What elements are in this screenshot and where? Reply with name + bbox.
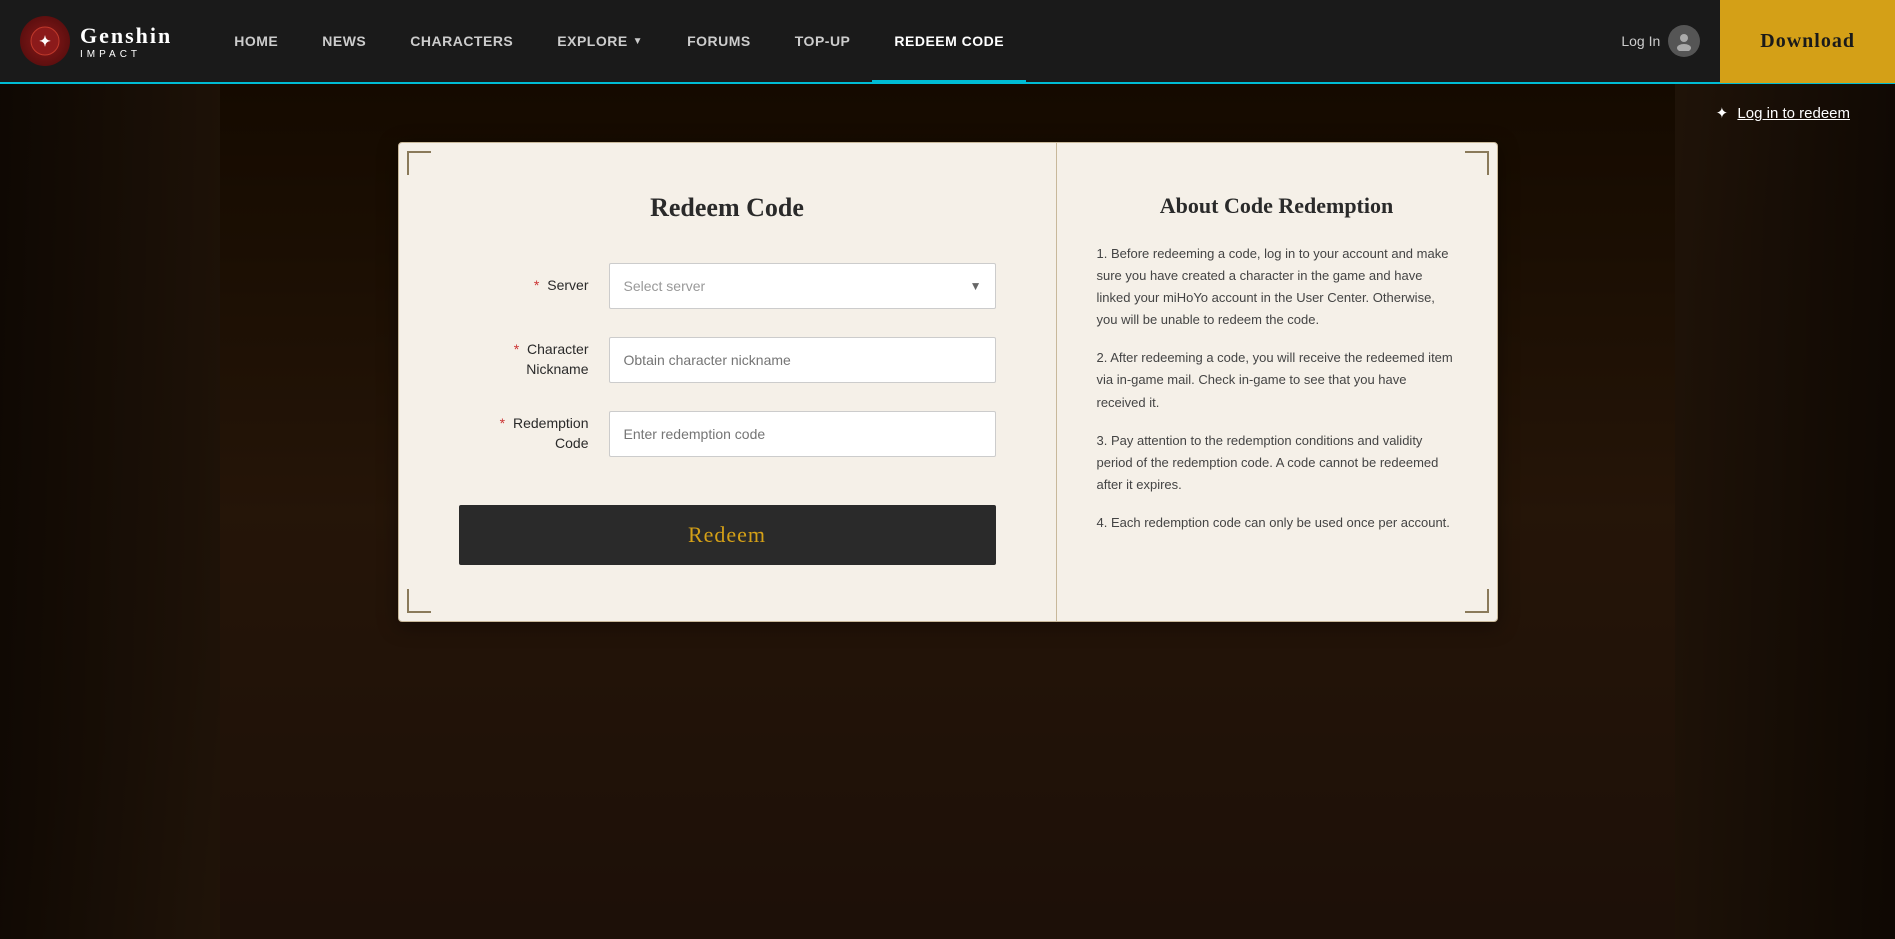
redeem-button[interactable]: Redeem <box>459 505 996 565</box>
corner-bottom-left <box>407 589 431 613</box>
code-label: * RedemptionCode <box>459 414 589 453</box>
nav-redeem-code[interactable]: REDEEM CODE <box>872 0 1026 83</box>
login-label: Log In <box>1621 33 1660 49</box>
server-row: * Server Select server America Europe As… <box>459 263 996 309</box>
nav-news[interactable]: NEWS <box>300 0 388 83</box>
corner-top-left <box>407 151 431 175</box>
about-panel: About Code Redemption 1. Before redeemin… <box>1057 143 1497 621</box>
redeem-form-panel: Redeem Code * Server Select server Ameri… <box>399 143 1057 621</box>
logo-text: Genshin IMPACT <box>80 23 172 60</box>
logo[interactable]: ✦ Genshin IMPACT <box>0 16 192 66</box>
page-content: ✦ Log in to redeem Redeem Code * Server <box>0 84 1895 939</box>
about-point-3: 3. Pay attention to the redemption condi… <box>1097 430 1457 496</box>
star-icon: ✦ <box>1716 105 1729 122</box>
login-to-redeem-bar: ✦ Log in to redeem <box>0 84 1895 142</box>
login-to-redeem-text[interactable]: Log in to redeem <box>1737 105 1850 122</box>
nickname-input[interactable] <box>609 337 996 383</box>
nav-characters[interactable]: CHARACTERS <box>388 0 535 83</box>
svg-text:✦: ✦ <box>39 35 51 50</box>
nav-explore[interactable]: EXPLORE ▼ <box>535 0 665 83</box>
code-required-star: * <box>500 415 505 431</box>
about-point-4: 4. Each redemption code can only be used… <box>1097 512 1457 534</box>
server-select-wrapper: Select server America Europe Asia TW, HK… <box>609 263 996 309</box>
server-label: * Server <box>459 276 589 296</box>
main-card-container: Redeem Code * Server Select server Ameri… <box>0 142 1895 662</box>
nav-forums-item[interactable]: FORUMS <box>665 0 773 83</box>
about-title: About Code Redemption <box>1097 193 1457 219</box>
logo-icon: ✦ <box>20 16 70 66</box>
explore-dropdown-icon: ▼ <box>633 36 643 47</box>
redemption-code-input[interactable] <box>609 411 996 457</box>
nickname-label: * CharacterNickname <box>459 340 589 379</box>
user-avatar-icon <box>1668 25 1700 57</box>
about-point-1: 1. Before redeeming a code, log in to yo… <box>1097 243 1457 331</box>
nav-home[interactable]: HOME <box>212 0 300 83</box>
nav-menu: HOME NEWS CHARACTERS EXPLORE ▼ TOP-UP TO… <box>212 0 1601 83</box>
navbar: ✦ Genshin IMPACT HOME NEWS CHARACTERS EX… <box>0 0 1895 84</box>
download-button[interactable]: Download <box>1720 0 1895 83</box>
server-select[interactable]: Select server America Europe Asia TW, HK… <box>609 263 996 309</box>
nav-topup-item[interactable]: TOP-UP <box>773 0 873 83</box>
form-title: Redeem Code <box>459 193 996 223</box>
code-row: * RedemptionCode <box>459 411 996 457</box>
nickname-required-star: * <box>514 341 519 357</box>
redeem-card: Redeem Code * Server Select server Ameri… <box>398 142 1498 622</box>
server-required-star: * <box>534 277 539 293</box>
nickname-row: * CharacterNickname <box>459 337 996 383</box>
about-point-2: 2. After redeeming a code, you will rece… <box>1097 347 1457 413</box>
login-button[interactable]: Log In <box>1601 25 1720 57</box>
navbar-right: Log In Download <box>1601 0 1895 83</box>
about-text: 1. Before redeeming a code, log in to yo… <box>1097 243 1457 534</box>
